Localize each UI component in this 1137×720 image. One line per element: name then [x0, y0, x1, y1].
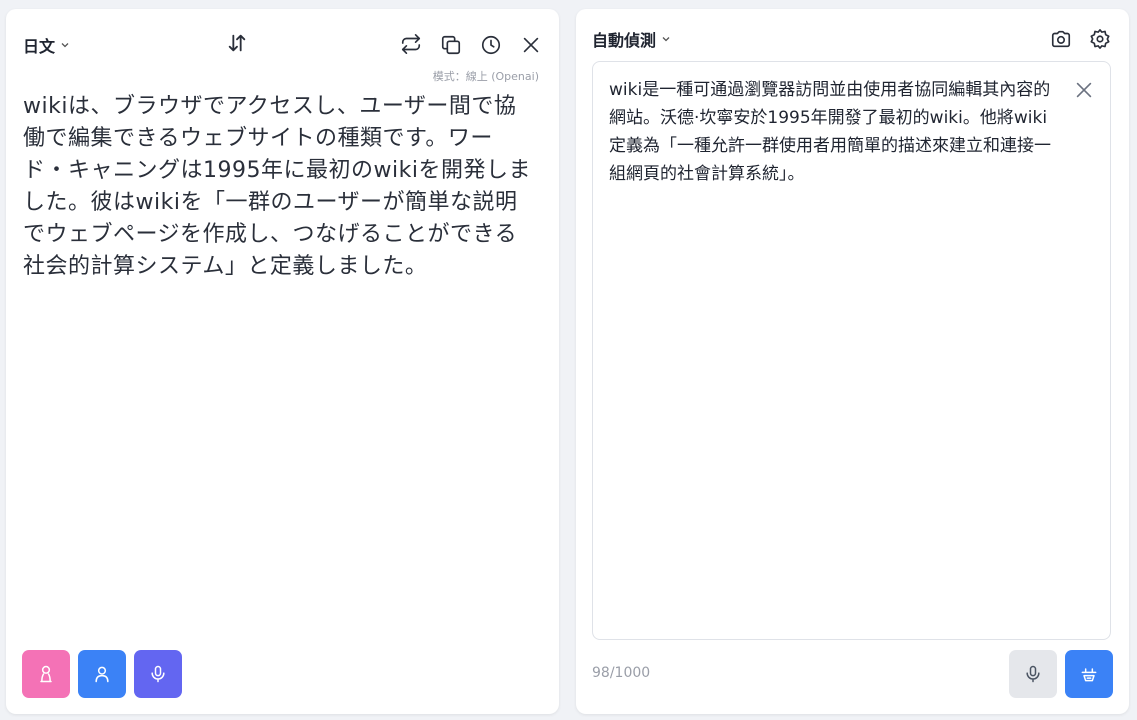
- source-panel: 日文 模式：線上 (Openai) wikiは、ブラウザでアクセスし、ユーザー間…: [6, 9, 559, 714]
- female-voice-icon: [40, 665, 52, 683]
- clear-target-button[interactable]: [1071, 77, 1097, 103]
- mode-label: 模式：線上 (Openai): [432, 70, 539, 83]
- target-language-select[interactable]: 自動偵測: [592, 27, 671, 51]
- source-language-select[interactable]: 日文: [23, 33, 70, 57]
- source-text[interactable]: wikiは、ブラウザでアクセスし、ユーザー間で協働で編集できるウェブサイトの種類…: [23, 91, 535, 283]
- copy-icon: [441, 35, 461, 55]
- male-voice-button[interactable]: [78, 650, 126, 698]
- close-icon: [523, 37, 539, 53]
- target-text: wiki是一種可通過瀏覽器訪問並由使用者協同編輯其內容的網站。沃德·坎寧安於19…: [609, 80, 1051, 184]
- translate-button[interactable]: [1065, 650, 1113, 698]
- microphone-icon: [1026, 665, 1040, 683]
- camera-icon: [1051, 30, 1071, 48]
- chevron-down-icon: [61, 43, 69, 48]
- chevron-down-icon: [662, 37, 670, 42]
- history-button[interactable]: [478, 32, 504, 58]
- microphone-icon: [151, 665, 165, 683]
- microphone-button[interactable]: [134, 650, 182, 698]
- target-text-box[interactable]: wiki是一種可通過瀏覽器訪問並由使用者協同編輯其內容的網站。沃德·坎寧安於19…: [592, 61, 1111, 640]
- male-voice-icon: [95, 666, 109, 683]
- clear-source-button[interactable]: [518, 32, 544, 58]
- gear-icon: [1090, 29, 1110, 49]
- source-language-label: 日文: [23, 37, 56, 56]
- target-panel: 自動偵測 wiki是一種可通過瀏覽器訪問並由使用者協同編輯其內容的網站。沃德·坎…: [576, 9, 1129, 714]
- swap-languages-icon: [228, 34, 246, 52]
- repeat-icon: [401, 34, 421, 54]
- female-voice-button[interactable]: [22, 650, 70, 698]
- swap-languages-button[interactable]: [224, 30, 250, 56]
- close-icon: [1076, 82, 1092, 98]
- char-count: 98/1000: [592, 665, 651, 681]
- repeat-button[interactable]: [398, 31, 424, 57]
- translate-icon: [1081, 668, 1097, 682]
- copy-button[interactable]: [438, 32, 464, 58]
- target-language-label: 自動偵測: [592, 31, 657, 50]
- target-microphone-button[interactable]: [1009, 650, 1057, 698]
- camera-button[interactable]: [1048, 26, 1074, 52]
- history-icon: [481, 35, 501, 55]
- settings-button[interactable]: [1087, 26, 1113, 52]
